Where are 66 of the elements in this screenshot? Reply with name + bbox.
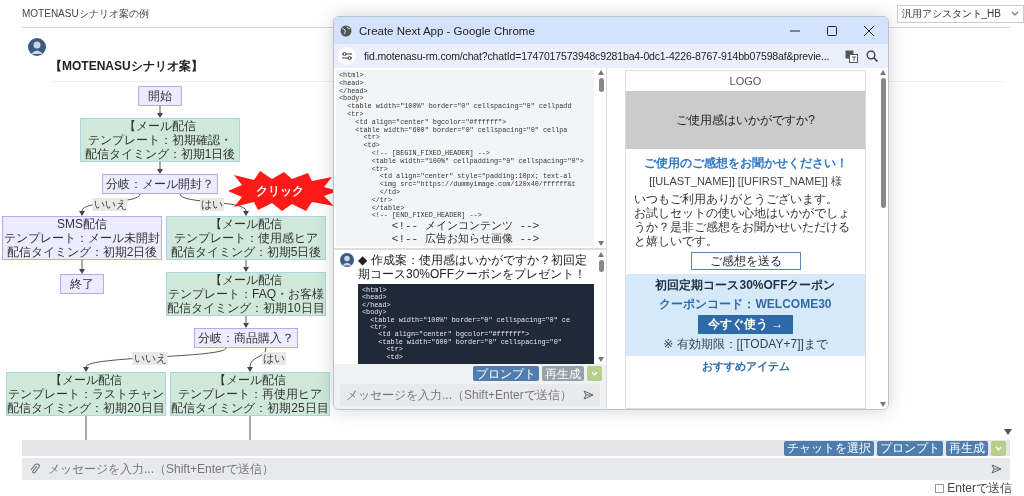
flowchart-node: 【メール配信 テンプレート：初期確認・ 配信タイミング：初期1日後 (80, 118, 240, 162)
connector-arrow (243, 315, 249, 328)
chat-message: ◆ 作成案：使用感はいかがですか？初回定期コース30%OFFクーポンをプレゼント！ (358, 253, 588, 281)
email-body: いつもご利用ありがとうございます。 お試しセットの使い心地はいかがでしょうか？是非ご感想をお聞かせいただけると嬉しいです。 (634, 192, 851, 248)
click-callout: クリック (228, 171, 332, 211)
coupon-code: クーポンコード：WELCOME30 (659, 296, 832, 313)
flowchart-node: 【メール配信 テンプレート：再使用ヒア 配信タイミング：初期25日目 (170, 372, 330, 416)
maximize-icon[interactable] (827, 25, 837, 36)
flowchart-node: 【メール配信 テンプレート：FAQ・お客様 配信タイミング：初期10日目 (166, 272, 326, 316)
search-icon[interactable] (866, 50, 878, 62)
message-field[interactable]: メッセージを入力...（Shift+Enterで送信） (22, 458, 1010, 480)
branch-label: はい (200, 198, 224, 211)
site-settings-icon[interactable] (338, 47, 356, 65)
message-heading: 【MOTENASUシナリオ案】 (50, 58, 203, 75)
flowchart-node: 【メール配信 テンプレート：使用感ヒア 配信タイミング：初期5日後 (166, 216, 326, 260)
flowchart-node: 分岐：メール開封？ (102, 174, 218, 194)
connector-arrow (243, 259, 249, 272)
flowchart-node: 開始 (138, 86, 182, 106)
action-button[interactable]: プロンプト (473, 366, 539, 381)
coupon-title: 初回定期コース30%OFFクーポン (655, 277, 836, 294)
action-button[interactable]: チャットを選択 (784, 440, 874, 456)
branch-label: いいえ (92, 198, 128, 211)
message-input[interactable]: メッセージを入力...（Shift+Enterで送信） (346, 387, 579, 403)
avatar-icon (340, 253, 354, 267)
code-line: <!-- 広告お知らせ画像 --> (390, 233, 541, 246)
action-button[interactable]: プロンプト (877, 440, 943, 456)
flowchart-node: 分岐：商品購入？ (194, 328, 298, 348)
checkbox-label: Enterで送信 (947, 481, 1012, 495)
globe-icon (340, 24, 352, 37)
code-line: <!-- メインコンテンツ --> (390, 220, 541, 233)
send-icon[interactable] (583, 390, 594, 400)
feedback-button[interactable]: ご感想を送る (690, 252, 801, 270)
close-icon[interactable] (864, 25, 874, 36)
branch-label: いいえ (132, 352, 168, 365)
connector-arrow (157, 161, 163, 174)
connector-arrow (79, 259, 85, 274)
scroll-down-icon[interactable] (1004, 429, 1012, 435)
caret-icon (1011, 10, 1019, 17)
window-title: Create Next App - Google Chrome (359, 24, 535, 37)
chevron-icon (591, 371, 598, 376)
flowchart-node: 【メール配信 テンプレート：ラストチャン 配信タイミング：初期20日目 (6, 372, 166, 416)
recipient-text: [[ULAST_NAME]] [[UFIRST_NAME]] 様 (648, 174, 843, 189)
flowchart-node: 終了 (60, 274, 104, 294)
connector-line (249, 415, 251, 440)
checkbox[interactable] (935, 483, 945, 493)
send-icon[interactable] (991, 464, 1002, 474)
chevron-icon (995, 445, 1002, 451)
translate-icon[interactable] (845, 49, 858, 63)
message-input[interactable]: メッセージを入力...（Shift+Enterで送信） (48, 461, 983, 477)
page-title: MOTENASUシナリオ案の例 (22, 6, 149, 21)
message-field[interactable]: メッセージを入力...（Shift+Enterで送信） (340, 384, 600, 406)
image-caption: ご使用感はいかがですか? (676, 111, 815, 129)
connector-line (85, 415, 87, 440)
connector-arrow (157, 105, 163, 118)
avatar-icon (28, 38, 46, 56)
flowchart-node: SMS配信 テンプレート：メール未開封 配信タイミング：初期2日後 (2, 216, 162, 260)
coupon-note: ※ 有効期限：[[TODAY+7]]まで (663, 336, 828, 353)
email-heading: ご使用のご感想をお聞かせください！ (642, 155, 849, 172)
section-title: おすすめアイテム (700, 359, 791, 374)
logo-text: LOGO (728, 74, 763, 89)
use-now-button[interactable]: 今すぐ使う → (697, 315, 794, 334)
branch-label: はい (262, 352, 286, 365)
assistant-select[interactable]: 汎用アシスタント_HB (896, 4, 1024, 23)
action-button[interactable]: 再生成 (542, 366, 584, 381)
paperclip-icon[interactable] (30, 463, 40, 475)
action-button[interactable]: 再生成 (946, 440, 988, 456)
